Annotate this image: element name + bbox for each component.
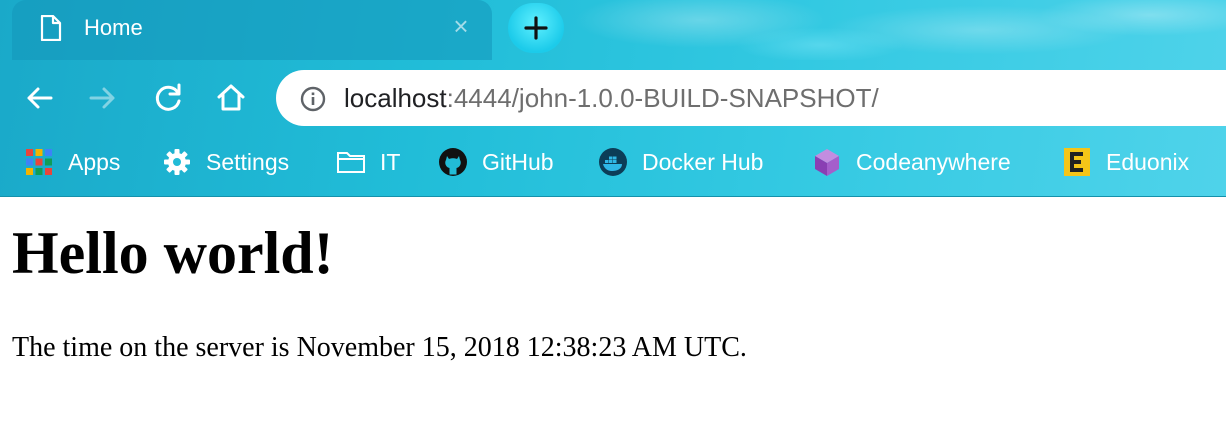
folder-icon: [337, 152, 365, 173]
url-text[interactable]: localhost:4444/john-1.0.0-BUILD-SNAPSHOT…: [344, 83, 879, 113]
bookmark-docker-hub[interactable]: Docker Hub: [598, 140, 763, 184]
page-heading: Hello world!: [12, 220, 334, 286]
bookmark-eduonix[interactable]: Eduonix: [1062, 140, 1189, 184]
bookmarks-bar: Apps Settings IT GitHub Docker Hub Codea…: [0, 140, 1226, 184]
info-icon[interactable]: [300, 86, 326, 112]
toolbar-divider: [0, 196, 1226, 197]
docker-icon: [599, 148, 627, 176]
apps-grid-icon: [26, 149, 52, 175]
bookmark-label: IT: [380, 149, 401, 175]
browser-chrome: Home × localhost:4444/john-1.0.0-BUILD-S…: [0, 0, 1226, 197]
bookmark-github[interactable]: GitHub: [438, 140, 554, 184]
new-tab-button[interactable]: [508, 3, 564, 53]
server-time-text: The time on the server is November 15, 2…: [12, 332, 747, 363]
address-bar[interactable]: localhost:4444/john-1.0.0-BUILD-SNAPSHOT…: [276, 70, 1226, 126]
bookmark-label: GitHub: [482, 149, 554, 175]
eduonix-icon: [1064, 148, 1090, 176]
tab-home[interactable]: Home ×: [12, 0, 492, 60]
codeanywhere-cube-icon: [815, 149, 839, 176]
tab-title: Home: [84, 15, 143, 40]
bookmark-it[interactable]: IT: [336, 140, 400, 184]
bookmark-label: Settings: [206, 149, 290, 175]
close-tab-icon[interactable]: ×: [448, 13, 474, 39]
bookmark-label: Eduonix: [1106, 149, 1190, 175]
bookmark-label: Apps: [68, 149, 121, 175]
bookmark-label: Docker Hub: [642, 149, 764, 175]
bookmark-settings[interactable]: Settings: [162, 140, 289, 184]
github-icon: [439, 148, 467, 176]
back-arrow-icon[interactable]: [22, 81, 56, 115]
url-path: :4444/john-1.0.0-BUILD-SNAPSHOT/: [446, 83, 879, 113]
bookmark-apps[interactable]: Apps: [24, 140, 120, 184]
home-icon[interactable]: [214, 81, 248, 115]
bookmark-codeanywhere[interactable]: Codeanywhere: [812, 140, 1011, 184]
bookmark-label: Codeanywhere: [856, 149, 1011, 175]
forward-arrow-icon[interactable]: [86, 81, 120, 115]
reload-icon[interactable]: [152, 81, 186, 115]
gear-icon: [164, 149, 190, 175]
plus-icon: [524, 16, 548, 40]
page-icon: [40, 15, 62, 41]
url-host: localhost: [344, 83, 447, 113]
